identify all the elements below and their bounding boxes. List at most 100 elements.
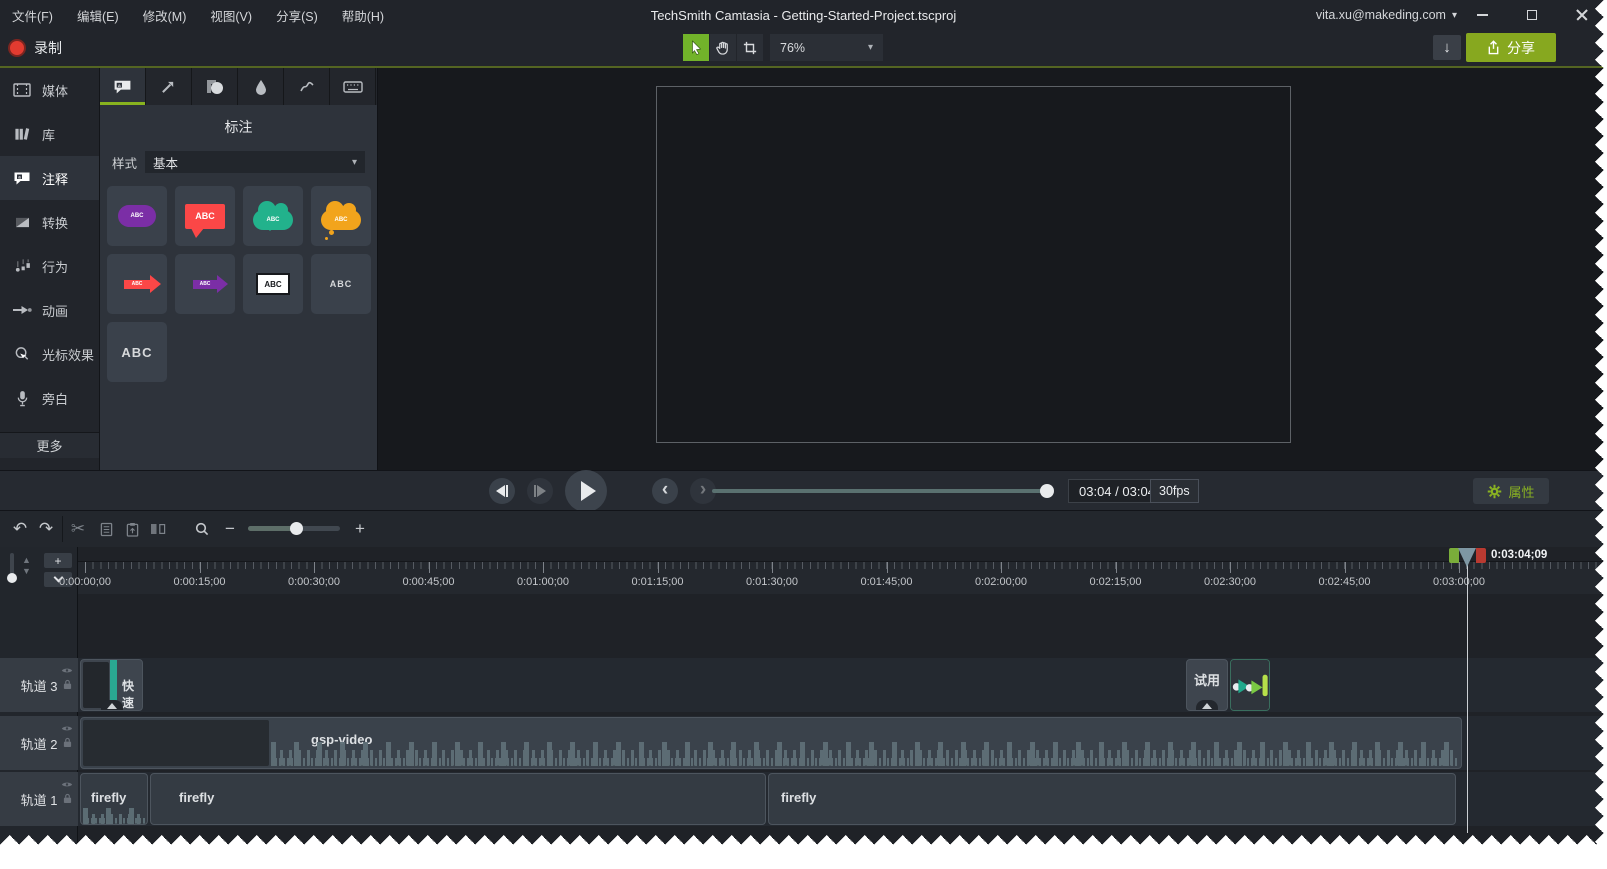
track-height-slider[interactable] — [10, 553, 14, 583]
pan-tool-button[interactable] — [710, 34, 736, 61]
sidebar-more-button[interactable]: 更多 — [0, 432, 99, 458]
callout-tile-speech-purple[interactable]: ABC — [107, 186, 167, 246]
jump-back-icon: ‹ — [662, 480, 668, 499]
download-button[interactable]: ↓ — [1433, 35, 1461, 60]
cut-button[interactable]: ✂ — [66, 517, 90, 541]
clip-label: 试用 — [1187, 670, 1227, 689]
sidebar-item-animations[interactable]: 动画 — [0, 288, 99, 332]
lock-icon[interactable] — [63, 737, 72, 748]
clip-firefly-3[interactable]: firefly — [768, 773, 1456, 825]
select-tool-button[interactable] — [683, 34, 709, 61]
callout-tile-cloud-teal[interactable]: ABC — [243, 186, 303, 246]
sidebar-item-media[interactable]: 媒体 — [0, 68, 99, 112]
clip-animation[interactable] — [1230, 659, 1270, 711]
menu-share[interactable]: 分享(S) — [264, 6, 330, 25]
tile-text: ABC — [253, 210, 293, 230]
track-1-body[interactable]: firefly firefly firefly — [78, 772, 1607, 826]
tab-arrows[interactable] — [146, 68, 192, 105]
eye-icon[interactable] — [61, 725, 73, 732]
menu-view[interactable]: 视图(V) — [198, 6, 264, 25]
minimize-button[interactable] — [1457, 0, 1507, 30]
scrub-slider[interactable] — [712, 489, 1052, 493]
scrub-thumb[interactable] — [1040, 484, 1054, 498]
tile-text: ABC — [121, 345, 152, 360]
sidebar-item-voice-narration[interactable]: 旁白 — [0, 376, 99, 420]
undo-button[interactable]: ↶ — [8, 517, 32, 541]
share-button[interactable]: 分享 — [1466, 33, 1556, 62]
timeline-zoom-button[interactable] — [190, 517, 214, 541]
track-2-body[interactable]: gsp-video — [78, 716, 1607, 770]
clip-gsp-video[interactable]: gsp-video — [80, 717, 1462, 769]
style-dropdown[interactable]: 基本 ▾ — [145, 151, 365, 173]
paste-button[interactable] — [120, 517, 144, 541]
callout-tiles: ABC ABC ABC ABC ABC ABC ABC ABC — [107, 186, 375, 382]
zoom-in-button[interactable]: + — [348, 517, 372, 541]
previous-frame-button[interactable] — [489, 478, 515, 504]
clip-firefly-1[interactable]: firefly — [80, 773, 148, 825]
menu-help[interactable]: 帮助(H) — [330, 6, 396, 25]
add-track-button[interactable]: + — [44, 553, 72, 568]
split-button[interactable] — [146, 517, 170, 541]
clip-quick-callout[interactable]: 快速 — [80, 659, 143, 711]
canvas-stage[interactable] — [656, 86, 1291, 443]
microphone-icon — [12, 390, 32, 407]
share-icon — [1487, 40, 1500, 55]
sidebar-item-transitions[interactable]: 转换 — [0, 200, 99, 244]
redo-button[interactable]: ↷ — [34, 517, 58, 541]
tab-blur[interactable] — [238, 68, 284, 105]
eye-icon[interactable] — [61, 667, 73, 674]
behaviors-icon — [12, 258, 32, 274]
timeline-ruler[interactable]: 0:00:00;00 0:00:15;00 0:00:30;00 0:00:45… — [78, 561, 1607, 594]
properties-button[interactable]: 属性 — [1473, 478, 1549, 504]
track-1-header[interactable]: 轨道 1 — [0, 772, 78, 826]
sidebar-item-cursor-effects[interactable]: 光标效果 — [0, 332, 99, 376]
clip-trial-callout[interactable]: 试用 — [1186, 659, 1228, 711]
track-3-header[interactable]: 轨道 3 — [0, 658, 78, 712]
zoom-level-dropdown[interactable]: 76% ▾ — [770, 34, 883, 61]
callout-tile-rect-white[interactable]: ABC — [243, 254, 303, 314]
step-forward-button[interactable] — [527, 478, 553, 504]
clip-firefly-2[interactable]: firefly — [150, 773, 766, 825]
jump-forward-icon: › — [700, 480, 706, 499]
tab-keystroke[interactable] — [330, 68, 376, 105]
playhead-out-handle[interactable] — [1476, 548, 1486, 563]
sidebar-item-library[interactable]: 库 — [0, 112, 99, 156]
sidebar-item-annotations[interactable]: a 注释 — [0, 156, 99, 200]
sidebar-item-behaviors[interactable]: 行为 — [0, 244, 99, 288]
restore-button[interactable] — [1507, 0, 1557, 30]
menu-modify[interactable]: 修改(M) — [131, 6, 199, 25]
tab-callouts[interactable]: a — [100, 68, 146, 105]
callout-tile-arrow-red[interactable]: ABC — [107, 254, 167, 314]
menu-file[interactable]: 文件(F) — [0, 6, 65, 25]
copy-button[interactable] — [94, 517, 118, 541]
lock-icon[interactable] — [63, 793, 72, 804]
track-name: 轨道 1 — [21, 790, 58, 809]
callout-tile-arrow-purple[interactable]: ABC — [175, 254, 235, 314]
playhead-line[interactable] — [1467, 563, 1468, 833]
callout-tile-thought-amber[interactable]: ABC — [311, 186, 371, 246]
account-menu[interactable]: vita.xu@makeding.com ▾ — [1316, 0, 1457, 30]
callout-tile-text-large[interactable]: ABC — [107, 322, 167, 382]
jump-back-button[interactable]: ‹ — [652, 478, 678, 504]
zoom-slider-thumb[interactable] — [290, 522, 303, 535]
callout-tile-text-plain[interactable]: ABC — [311, 254, 371, 314]
callout-tile-speech-red[interactable]: ABC — [175, 186, 235, 246]
track-name: 轨道 3 — [21, 676, 58, 695]
scissors-icon: ✂ — [71, 519, 85, 539]
tab-sketch-motion[interactable] — [284, 68, 330, 105]
play-button[interactable] — [565, 470, 607, 512]
zoom-out-button[interactable]: − — [218, 517, 242, 541]
track-2-header[interactable]: 轨道 2 — [0, 716, 78, 770]
tab-shapes[interactable] — [192, 68, 238, 105]
lock-icon[interactable] — [63, 679, 72, 690]
style-row: 样式 基本 ▾ — [100, 147, 377, 173]
tile-text: ABC — [330, 279, 353, 289]
eye-icon[interactable] — [61, 781, 73, 788]
track-3-body[interactable]: 快速 试用 — [78, 658, 1607, 712]
timeline-zoom-slider[interactable] — [248, 526, 340, 531]
crop-tool-button[interactable] — [737, 34, 763, 61]
record-button[interactable]: 录制 — [8, 34, 62, 62]
sidebar-item-label: 转换 — [42, 213, 68, 232]
playhead-marker[interactable] — [1458, 548, 1476, 567]
menu-edit[interactable]: 编辑(E) — [65, 6, 131, 25]
